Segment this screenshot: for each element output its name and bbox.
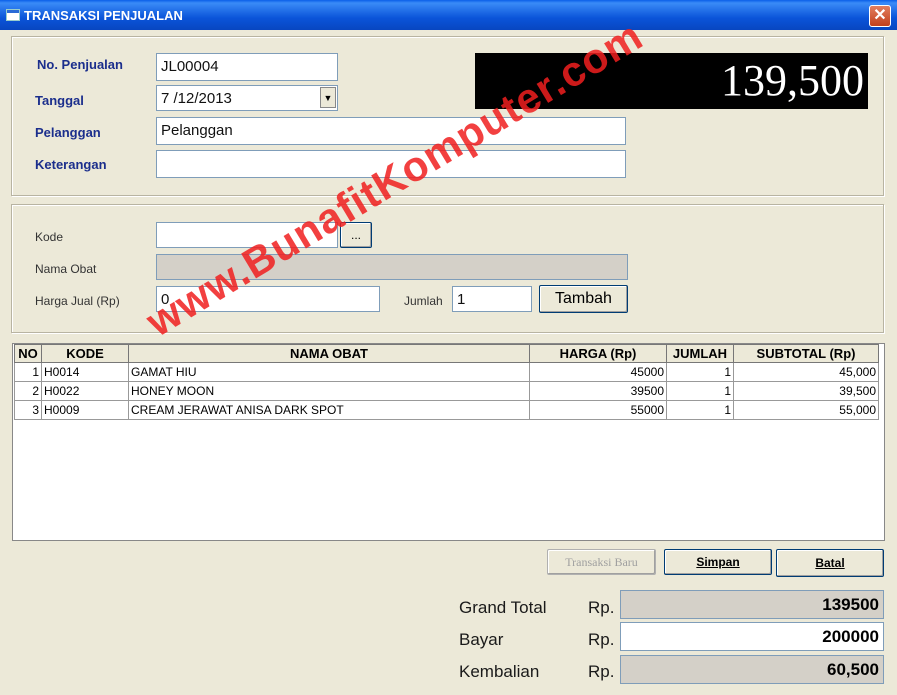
row-nama-obat: HONEY MOON — [128, 381, 530, 401]
simpan-button[interactable]: Simpan — [664, 549, 772, 575]
kode-label: Kode — [35, 230, 64, 244]
window-title: TRANSAKSI PENJUALAN — [24, 8, 183, 23]
row-jumlah: 1 — [666, 362, 734, 382]
pelanggan-field[interactable]: Pelanggan — [156, 117, 626, 145]
table-row[interactable]: 3 H0009 CREAM JERAWAT ANISA DARK SPOT 55… — [14, 400, 879, 420]
bayar-currency: Rp. — [588, 630, 615, 649]
tanggal-value: 7 /12/2013 — [161, 90, 232, 107]
row-harga: 45000 — [529, 362, 667, 382]
row-kode: H0009 — [41, 400, 129, 420]
batal-button[interactable]: Batal — [776, 549, 884, 577]
chevron-down-icon[interactable]: ▼ — [320, 87, 336, 108]
tambah-button[interactable]: Tambah — [539, 285, 628, 313]
window-titlebar[interactable]: TRANSAKSI PENJUALAN ✕ — [0, 0, 897, 30]
no-penjualan-field[interactable]: JL00004 — [156, 53, 338, 81]
row-kode: H0022 — [41, 381, 129, 401]
tanggal-label: Tanggal — [35, 93, 84, 108]
close-icon: ✕ — [873, 7, 887, 24]
kembalian-label: Kembalian — [459, 662, 540, 681]
col-header[interactable]: JUMLAH — [666, 344, 734, 363]
row-subtotal: 45,000 — [733, 362, 879, 382]
row-subtotal: 39,500 — [733, 381, 879, 401]
grand-total-currency: Rp. — [588, 598, 615, 617]
grand-total-field: 139500 — [620, 590, 884, 619]
table-header-row: NO KODE NAMA OBAT HARGA (Rp) JUMLAH SUBT… — [14, 344, 879, 363]
bayar-label: Bayar — [459, 630, 504, 649]
close-button[interactable]: ✕ — [869, 5, 891, 27]
row-harga: 39500 — [529, 381, 667, 401]
items-table: NO KODE NAMA OBAT HARGA (Rp) JUMLAH SUBT… — [14, 344, 879, 420]
col-header[interactable]: KODE — [41, 344, 129, 363]
row-nama-obat: GAMAT HIU — [128, 362, 530, 382]
window-icon — [6, 9, 20, 21]
col-header[interactable]: NO — [14, 344, 42, 363]
col-header[interactable]: SUBTOTAL (Rp) — [733, 344, 879, 363]
row-kode: H0014 — [41, 362, 129, 382]
batal-label: Batal — [815, 556, 845, 570]
table-row[interactable]: 1 H0014 GAMAT HIU 45000 1 45,000 — [14, 362, 879, 382]
jumlah-label: Jumlah — [404, 294, 443, 308]
col-header[interactable]: HARGA (Rp) — [529, 344, 667, 363]
grand-total-label: Grand Total — [459, 598, 547, 617]
keterangan-label: Keterangan — [35, 157, 107, 172]
simpan-label: Simpan — [696, 555, 740, 569]
no-penjualan-label: No. Penjualan — [37, 57, 123, 72]
row-subtotal: 55,000 — [733, 400, 879, 420]
tanggal-datepicker[interactable]: 7 /12/2013 ▼ — [156, 85, 338, 111]
transaksi-baru-label: Transaksi Baru — [565, 555, 638, 569]
nama-obat-label: Nama Obat — [35, 262, 97, 276]
row-jumlah: 1 — [666, 400, 734, 420]
row-jumlah: 1 — [666, 381, 734, 401]
transaksi-baru-button: Transaksi Baru — [547, 549, 656, 575]
bayar-field[interactable]: 200000 — [620, 622, 884, 651]
row-no: 2 — [14, 381, 42, 401]
kembalian-currency: Rp. — [588, 662, 615, 681]
row-no: 3 — [14, 400, 42, 420]
jumlah-field[interactable]: 1 — [452, 286, 532, 312]
row-harga: 55000 — [529, 400, 667, 420]
table-row[interactable]: 2 H0022 HONEY MOON 39500 1 39,500 — [14, 381, 879, 401]
pelanggan-label: Pelanggan — [35, 125, 101, 140]
harga-jual-label: Harga Jual (Rp) — [35, 294, 120, 308]
col-header[interactable]: NAMA OBAT — [128, 344, 530, 363]
kembalian-field: 60,500 — [620, 655, 884, 684]
row-no: 1 — [14, 362, 42, 382]
row-nama-obat: CREAM JERAWAT ANISA DARK SPOT — [128, 400, 530, 420]
